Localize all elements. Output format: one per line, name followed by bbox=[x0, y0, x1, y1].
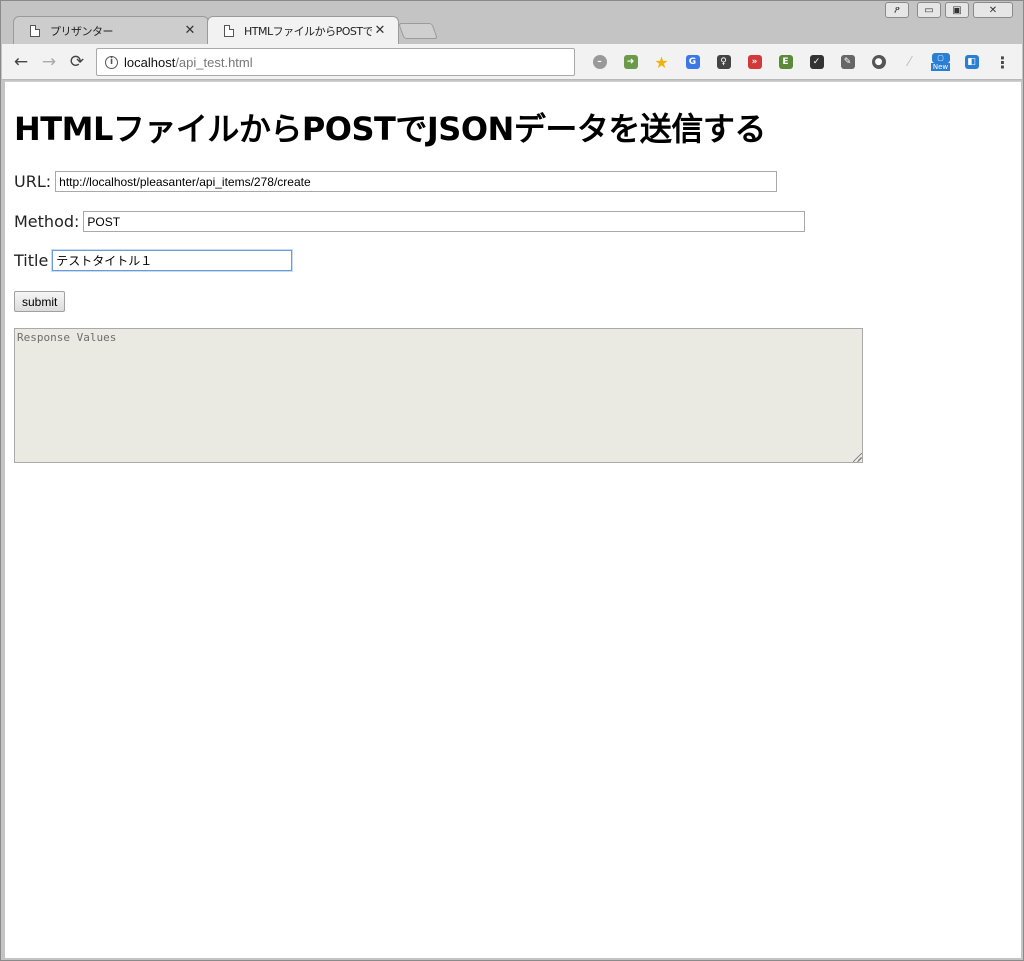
browser-toolbar: ← → ⟳ i localhost/api_test.html – ➜ ★ G … bbox=[2, 44, 1022, 80]
tab-api-test[interactable]: HTMLファイルからPOSTでJS ✕ bbox=[207, 16, 399, 44]
submit-button[interactable]: submit bbox=[14, 291, 66, 312]
address-bar[interactable]: i localhost/api_test.html bbox=[96, 48, 575, 76]
method-row: Method: bbox=[14, 211, 806, 232]
reload-button[interactable]: ⟳ bbox=[66, 51, 88, 73]
lighthouse-icon[interactable]: ⁄ bbox=[894, 53, 925, 71]
tab-close-icon[interactable]: ✕ bbox=[182, 23, 198, 38]
title-row: Title bbox=[14, 250, 293, 271]
address-host: localhost bbox=[124, 54, 176, 70]
address-path: /api_test.html bbox=[175, 54, 253, 70]
extension-toolbar: – ➜ ★ G ♀ » E ✓ ✎ ● ⁄ ▢ New ◧ ⋮ bbox=[584, 53, 1018, 72]
page-viewport: HTMLファイルからPOSTでJSONデータを送信する URL: Method:… bbox=[5, 81, 1021, 958]
method-input[interactable] bbox=[83, 211, 806, 232]
response-textarea[interactable] bbox=[14, 328, 863, 463]
new-tab-button[interactable] bbox=[398, 23, 438, 39]
forward-button[interactable]: → bbox=[38, 51, 60, 73]
block-icon[interactable]: – bbox=[584, 53, 615, 71]
window-controls: ዖ ▭ ▣ ✕ bbox=[885, 2, 1013, 18]
pocket-icon[interactable]: ✓ bbox=[801, 53, 832, 71]
paint-icon[interactable]: ✎ bbox=[832, 53, 863, 71]
tag-icon[interactable]: ◧ bbox=[956, 53, 987, 71]
url-row: URL: bbox=[14, 171, 778, 192]
translate-icon[interactable]: G bbox=[677, 53, 708, 71]
menu-icon[interactable]: ⋮ bbox=[987, 53, 1018, 72]
page-title: HTMLファイルからPOSTでJSONデータを送信する bbox=[14, 110, 766, 148]
tab-pleasanter[interactable]: プリザンター ✕ bbox=[13, 16, 209, 44]
url-input[interactable] bbox=[55, 171, 778, 192]
close-window-button[interactable]: ✕ bbox=[973, 2, 1013, 18]
page-icon bbox=[224, 24, 234, 37]
info-icon[interactable]: i bbox=[105, 55, 118, 69]
title-label: Title bbox=[14, 251, 49, 270]
evernote-icon[interactable]: E bbox=[770, 53, 801, 71]
rss-icon[interactable]: ➜ bbox=[615, 53, 646, 71]
bookmark-star-icon[interactable]: ★ bbox=[646, 53, 677, 72]
minimize-button[interactable]: ▭ bbox=[917, 2, 941, 18]
title-input[interactable] bbox=[52, 250, 293, 271]
new-badge-icon[interactable]: ▢ New bbox=[925, 53, 956, 71]
user-profile-icon[interactable]: ዖ bbox=[885, 2, 909, 18]
new-badge-label: New bbox=[930, 63, 951, 71]
url-label: URL: bbox=[14, 172, 52, 191]
tab-close-icon[interactable]: ✕ bbox=[372, 23, 388, 38]
ghostery-icon[interactable]: ● bbox=[863, 53, 894, 71]
readlater-icon[interactable]: » bbox=[739, 53, 770, 71]
method-label: Method: bbox=[14, 212, 80, 231]
tab-title: HTMLファイルからPOSTでJS bbox=[244, 24, 372, 38]
browser-window: プリザンター ✕ HTMLファイルからPOSTでJS ✕ ዖ ▭ ▣ ✕ ← →… bbox=[0, 0, 1024, 961]
page-icon bbox=[30, 24, 40, 37]
tab-strip: プリザンター ✕ HTMLファイルからPOSTでJS ✕ ዖ ▭ ▣ ✕ bbox=[1, 1, 1023, 44]
keep-icon[interactable]: ♀ bbox=[708, 53, 739, 71]
maximize-button[interactable]: ▣ bbox=[945, 2, 969, 18]
tab-title: プリザンター bbox=[50, 24, 114, 38]
back-button[interactable]: ← bbox=[10, 51, 32, 73]
